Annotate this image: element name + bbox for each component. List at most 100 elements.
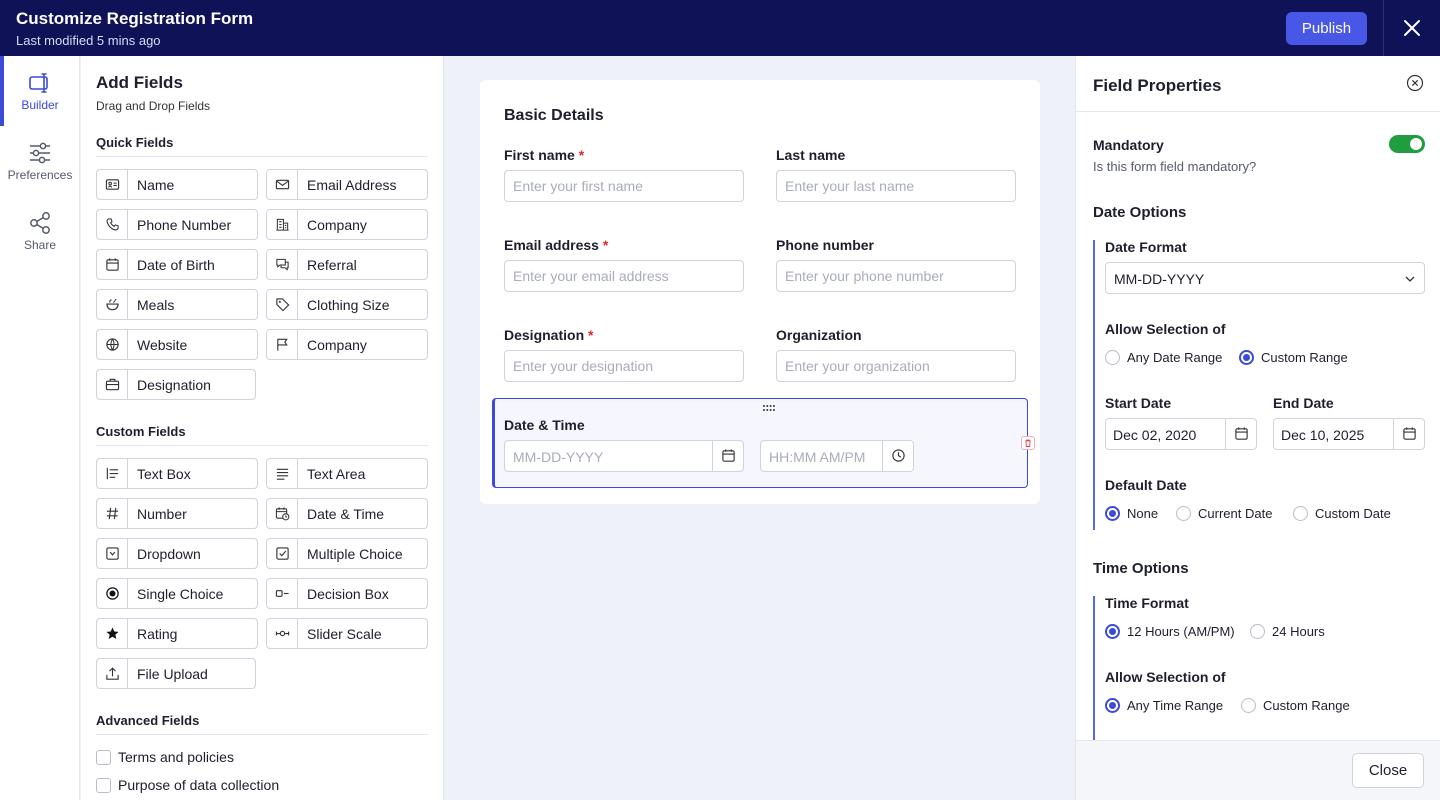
radio-dot[interactable] bbox=[1241, 698, 1256, 713]
close-icon[interactable] bbox=[1398, 14, 1426, 42]
required-mark: * bbox=[588, 327, 594, 343]
email-label: Email address * bbox=[504, 237, 609, 253]
field-label: Company bbox=[307, 217, 367, 233]
clock-icon[interactable] bbox=[891, 448, 906, 463]
terms-label: Terms and policies bbox=[118, 749, 234, 765]
globe-icon bbox=[106, 338, 119, 351]
page-title: Customize Registration Form bbox=[16, 9, 254, 28]
nav-preferences-label: Preferences bbox=[7, 168, 73, 182]
radio-dot[interactable] bbox=[1105, 350, 1120, 365]
radio-dot[interactable] bbox=[1176, 506, 1191, 521]
calendar-icon[interactable] bbox=[1402, 426, 1417, 441]
radio-custom-time-range[interactable]: Custom Range bbox=[1241, 698, 1350, 713]
custom-field-text-area[interactable]: Text Area bbox=[266, 458, 428, 489]
field-label: Dropdown bbox=[137, 546, 201, 562]
custom-field-decision-box[interactable]: Decision Box bbox=[266, 578, 428, 609]
radio-dot[interactable] bbox=[1293, 506, 1308, 521]
close-button[interactable]: Close bbox=[1352, 753, 1424, 788]
email-input[interactable] bbox=[504, 260, 744, 292]
calendar-icon[interactable] bbox=[721, 448, 736, 463]
drag-handle-icon[interactable] bbox=[762, 404, 776, 412]
selected-datetime-field[interactable]: Date & Time MM-DD-YYYY HH:MM AM/PM bbox=[492, 398, 1035, 488]
publish-button[interactable]: Publish bbox=[1286, 12, 1367, 45]
calendar-icon[interactable] bbox=[1234, 426, 1249, 441]
checkbox-box[interactable] bbox=[96, 777, 111, 793]
field-label: Referral bbox=[307, 257, 357, 273]
nav-share[interactable]: Share bbox=[0, 196, 80, 266]
quick-field-designation[interactable]: Designation bbox=[96, 369, 256, 400]
organization-input[interactable] bbox=[776, 350, 1016, 382]
custom-field-text-box[interactable]: Text Box bbox=[96, 458, 258, 489]
field-label: Date of Birth bbox=[137, 257, 215, 273]
date-allow-selection-label: Allow Selection of bbox=[1105, 321, 1226, 337]
last-modified-text: Last modified 5 mins ago bbox=[16, 33, 161, 48]
field-label: Multiple Choice bbox=[307, 546, 403, 562]
custom-field-number[interactable]: Number bbox=[96, 498, 258, 529]
radio-dot[interactable] bbox=[1105, 506, 1120, 521]
purpose-checkbox[interactable]: Purpose of data collection bbox=[96, 777, 279, 793]
nav-builder-label: Builder bbox=[21, 98, 59, 112]
nav-preferences[interactable]: Preferences bbox=[0, 126, 80, 196]
quick-field-email[interactable]: Email Address bbox=[266, 169, 428, 200]
radio-any-date-range[interactable]: Any Date Range bbox=[1105, 350, 1222, 365]
star-icon bbox=[106, 627, 119, 640]
custom-field-multiple-choice[interactable]: Multiple Choice bbox=[266, 538, 428, 569]
time-input[interactable]: HH:MM AM/PM bbox=[760, 440, 914, 472]
delete-icon[interactable] bbox=[1021, 436, 1035, 450]
first-name-label: First name * bbox=[504, 147, 585, 163]
quick-field-website[interactable]: Website bbox=[96, 329, 258, 360]
radio-custom-date-range[interactable]: Custom Range bbox=[1239, 350, 1348, 365]
hash-icon bbox=[106, 507, 119, 520]
radio-dot[interactable] bbox=[1105, 624, 1120, 639]
quick-field-meals[interactable]: Meals bbox=[96, 289, 258, 320]
quick-field-phone[interactable]: Phone Number bbox=[96, 209, 258, 240]
start-date-input[interactable]: Dec 02, 2020 bbox=[1105, 418, 1257, 450]
quick-field-clothing-size[interactable]: Clothing Size bbox=[266, 289, 428, 320]
quick-field-company-2[interactable]: Company bbox=[266, 329, 428, 360]
field-properties-panel: Field Properties Mandatory Is this form … bbox=[1075, 56, 1440, 800]
quick-field-date-of-birth[interactable]: Date of Birth bbox=[96, 249, 258, 280]
radio-dot[interactable] bbox=[1239, 350, 1254, 365]
phone-input[interactable] bbox=[776, 260, 1016, 292]
radio-dot[interactable] bbox=[1250, 624, 1265, 639]
terms-checkbox[interactable]: Terms and policies bbox=[96, 749, 234, 765]
quick-field-name[interactable]: Name bbox=[96, 169, 258, 200]
custom-fields-divider bbox=[96, 445, 428, 446]
radio-default-current-date[interactable]: Current Date bbox=[1176, 506, 1272, 521]
time-allow-selection-label: Allow Selection of bbox=[1105, 669, 1226, 685]
last-name-input[interactable] bbox=[776, 170, 1016, 202]
first-name-input[interactable] bbox=[504, 170, 744, 202]
radio-default-custom-date[interactable]: Custom Date bbox=[1293, 506, 1391, 521]
field-label: Meals bbox=[137, 297, 175, 313]
chat-icon bbox=[276, 258, 289, 271]
date-input[interactable]: MM-DD-YYYY bbox=[504, 440, 744, 472]
custom-field-date-time[interactable]: Date & Time bbox=[266, 498, 428, 529]
custom-field-rating[interactable]: Rating bbox=[96, 618, 258, 649]
close-circle-icon[interactable] bbox=[1406, 74, 1424, 92]
form-canvas: Basic Details First name * Last name Ema… bbox=[445, 56, 1075, 800]
checkbox-box[interactable] bbox=[96, 749, 111, 765]
custom-field-dropdown[interactable]: Dropdown bbox=[96, 538, 258, 569]
date-format-select[interactable]: MM-DD-YYYY bbox=[1105, 262, 1425, 294]
designation-input[interactable] bbox=[504, 350, 744, 382]
radio-icon bbox=[106, 587, 119, 600]
radio-default-none[interactable]: None bbox=[1105, 506, 1158, 521]
phone-icon bbox=[106, 218, 119, 231]
radio-24-hours[interactable]: 24 Hours bbox=[1250, 624, 1325, 639]
tag-icon bbox=[276, 298, 290, 312]
custom-field-file-upload[interactable]: File Upload bbox=[96, 658, 256, 689]
checkbox-icon bbox=[276, 547, 289, 560]
radio-dot[interactable] bbox=[1105, 698, 1120, 713]
sliders-icon bbox=[30, 142, 50, 164]
end-date-input[interactable]: Dec 10, 2025 bbox=[1273, 418, 1425, 450]
custom-field-single-choice[interactable]: Single Choice bbox=[96, 578, 258, 609]
quick-field-referral[interactable]: Referral bbox=[266, 249, 428, 280]
quick-field-company[interactable]: Company bbox=[266, 209, 428, 240]
radio-12-hours[interactable]: 12 Hours (AM/PM) bbox=[1105, 624, 1235, 639]
nav-builder[interactable]: Builder bbox=[0, 56, 80, 126]
radio-any-time-range[interactable]: Any Time Range bbox=[1105, 698, 1223, 713]
custom-field-slider-scale[interactable]: Slider Scale bbox=[266, 618, 428, 649]
nav-share-label: Share bbox=[23, 238, 57, 252]
bowl-icon bbox=[106, 298, 119, 311]
mandatory-toggle[interactable] bbox=[1389, 135, 1425, 153]
